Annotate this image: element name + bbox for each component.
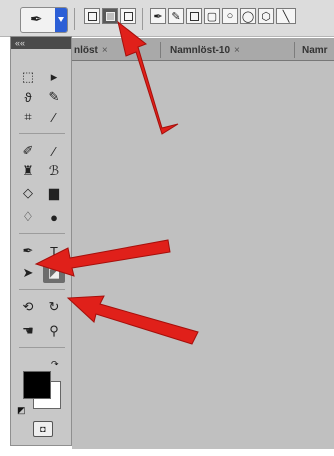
tools-panel: «« ⬚ ▸ ϑ ✎ ⌗ ⁄ ✐ ∕ ♜ ℬ ◇ ▆ ♢ ● ✒ T ➤ ◪ ⟲… (10, 36, 72, 446)
divider (19, 347, 65, 348)
close-icon[interactable]: × (234, 45, 240, 56)
tab-label: Namr (302, 45, 328, 56)
divider (19, 133, 65, 134)
brush-icon[interactable]: ∕ (43, 141, 65, 161)
pen-icon[interactable]: ✒ (150, 8, 166, 24)
ellipse-icon[interactable]: ◯ (240, 8, 256, 24)
divider (294, 42, 295, 58)
marquee-icon[interactable]: ⬚ (17, 67, 39, 87)
quick-mask-button[interactable]: ◘ (33, 421, 53, 437)
polygon-icon[interactable]: ⬡ (258, 8, 274, 24)
shape-layers-button[interactable] (84, 8, 100, 24)
divider (19, 289, 65, 290)
move-icon[interactable]: ▸ (43, 67, 65, 87)
3d-rotate-icon[interactable]: ⟲ (17, 297, 39, 317)
rectangle-icon[interactable] (186, 8, 202, 24)
blur-icon[interactable]: ♢ (17, 207, 39, 227)
tab-label: Namnlöst-10 (170, 45, 231, 56)
tool-preset-picker[interactable]: ✒ (20, 7, 68, 33)
separator (74, 8, 75, 30)
quick-mask-icon: ◘ (40, 424, 46, 434)
clone-stamp-icon[interactable]: ♜ (17, 161, 39, 181)
foreground-color-swatch[interactable] (23, 371, 51, 399)
gradient-icon[interactable]: ▆ (43, 183, 65, 203)
ellipse-icon[interactable]: ○ (222, 8, 238, 24)
fill-pixels-button[interactable] (120, 8, 136, 24)
healing-brush-icon[interactable]: ✐ (17, 141, 39, 161)
swap-colors-icon[interactable]: ↷ (51, 359, 59, 370)
zoom-icon[interactable]: ⚲ (43, 321, 65, 341)
crop-icon[interactable]: ⌗ (17, 107, 39, 127)
divider (160, 42, 161, 58)
divider (19, 233, 65, 234)
type-icon[interactable]: T (43, 241, 65, 261)
eyedropper-icon[interactable]: ⁄ (43, 107, 65, 127)
dodge-icon[interactable]: ● (43, 207, 65, 227)
hand-icon[interactable]: ☚ (17, 321, 39, 341)
chevron-down-icon[interactable] (55, 8, 67, 32)
document-canvas[interactable] (72, 61, 334, 456)
lasso-icon[interactable]: ϑ (17, 87, 39, 107)
pen-tool-icon: ✒ (30, 11, 43, 28)
separator (142, 8, 143, 30)
line-icon[interactable]: ╲ (276, 8, 296, 24)
freeform-pen-icon[interactable]: ✎ (168, 8, 184, 24)
document-tabs: nlöst × Namnlöst-10 × Namr (72, 38, 334, 61)
history-brush-icon[interactable]: ℬ (43, 161, 65, 181)
document-tab[interactable]: Namnlöst-10 × (170, 41, 240, 60)
options-bar: ✒ ✒ ✎ ▢ ○ ◯ ⬡ ╲ (0, 0, 334, 37)
collapse-panel-button[interactable]: «« (11, 37, 71, 49)
default-colors-icon[interactable]: ◩ (17, 405, 26, 416)
3d-orbit-icon[interactable]: ↻ (43, 297, 65, 317)
close-icon[interactable]: × (102, 45, 108, 56)
magic-wand-icon[interactable]: ✎ (43, 87, 65, 107)
tab-label: nlöst (74, 45, 98, 56)
document-tab[interactable]: nlöst × (74, 41, 108, 60)
path-selection-icon[interactable]: ➤ (17, 263, 39, 283)
rounded-rectangle-icon[interactable]: ▢ (204, 8, 220, 24)
paths-mode-button[interactable] (102, 8, 118, 24)
eraser-icon[interactable]: ◇ (17, 183, 39, 203)
pen-tool-icon[interactable]: ✒ (17, 241, 39, 261)
custom-shape-icon[interactable]: ◪ (43, 263, 65, 283)
document-tab[interactable]: Namr (302, 41, 328, 60)
bottom-edge (0, 449, 334, 456)
